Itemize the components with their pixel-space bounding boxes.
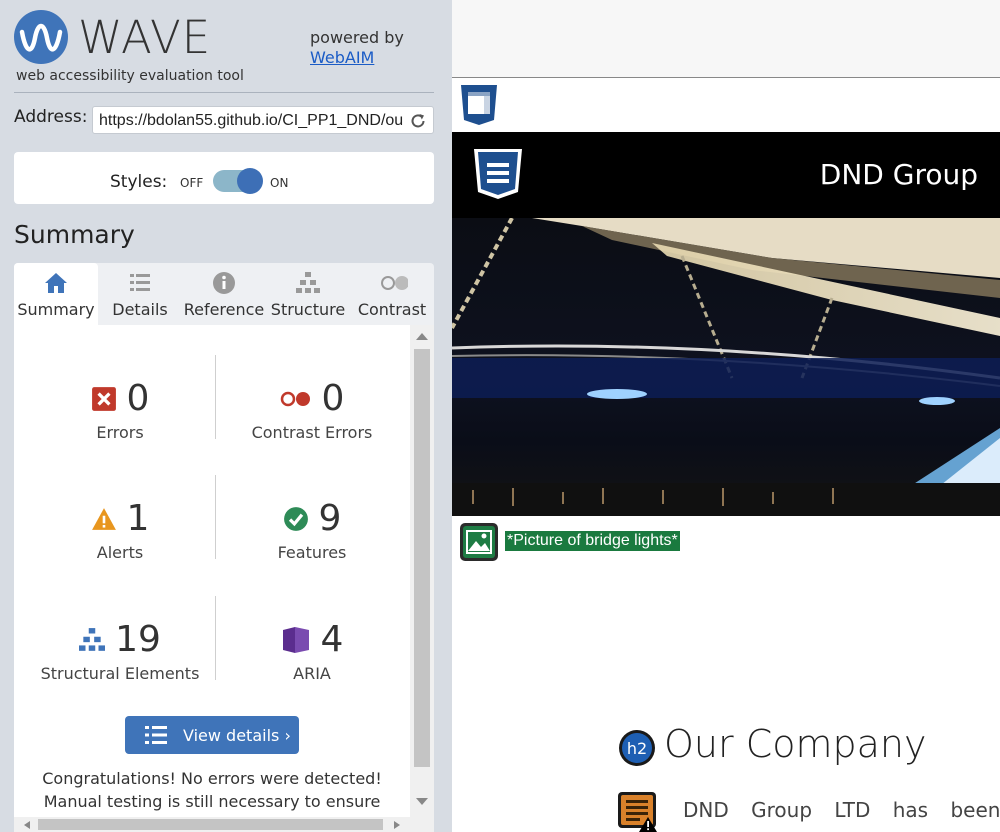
structural-elements-label: Structural Elements — [40, 664, 200, 683]
image-alt-text: *Picture of bridge lights* — [505, 531, 680, 551]
preview-toolbar — [452, 0, 1000, 78]
contrast-icon — [381, 276, 408, 290]
view-details-button[interactable]: View details › — [125, 716, 299, 754]
errors-label: Errors — [96, 423, 144, 442]
styles-toggle-knob[interactable] — [237, 168, 263, 194]
summary-content: 0 Errors 0 Contrast Errors 1 Alerts 9 Fe… — [14, 325, 410, 817]
scrollbar-thumb[interactable] — [38, 819, 383, 830]
styles-label: Styles: — [110, 172, 168, 192]
tab-summary[interactable]: Summary — [14, 263, 98, 325]
feature-check-icon — [283, 507, 308, 531]
congrats-line-2: Manual testing is still necessary to ens… — [43, 792, 381, 811]
list-icon — [130, 274, 150, 291]
wave-logo-text: WAVE — [78, 11, 212, 64]
address-value[interactable]: https://bdolan55.github.io/CI_PP1_DND/ou — [99, 112, 403, 130]
scroll-down-arrow-icon[interactable] — [416, 798, 428, 805]
aria-label: ARIA — [293, 664, 331, 683]
view-details-label: View details › — [183, 726, 291, 745]
styles-toggle[interactable] — [213, 168, 263, 194]
styles-on-label: ON — [270, 176, 289, 190]
home-icon — [45, 273, 67, 293]
contrast-errors-label: Contrast Errors — [251, 423, 373, 442]
navigation-landmark-icon[interactable] — [472, 148, 524, 200]
alerts-label: Alerts — [96, 543, 144, 562]
hero-image — [452, 218, 1000, 516]
address-input[interactable]: https://bdolan55.github.io/CI_PP1_DND/ou — [92, 106, 434, 134]
site-header: DND Group — [452, 132, 1000, 218]
congrats-line-1: Congratulations! No errors were detected… — [42, 769, 382, 788]
header-divider — [14, 92, 434, 93]
site-brand[interactable]: DND Group — [820, 158, 978, 191]
tab-contrast[interactable]: Contrast — [350, 263, 434, 325]
scroll-right-arrow-icon[interactable] — [394, 821, 400, 829]
page-preview: DND Group *Picture of bridge lights* h2 … — [452, 0, 1000, 832]
tab-reference[interactable]: Reference — [182, 263, 266, 325]
contrast-error-icon — [280, 391, 310, 407]
company-heading: Our Company — [664, 722, 927, 766]
summary-panel: Summary Details Reference Structure Cont… — [14, 263, 434, 832]
stat-structural-elements[interactable]: 19 Structural Elements — [24, 618, 216, 683]
h2-heading-icon[interactable]: h2 — [618, 729, 656, 767]
address-label: Address: — [14, 107, 88, 127]
list-icon — [145, 726, 167, 744]
features-count: 9 — [318, 498, 342, 539]
features-label: Features — [277, 543, 347, 562]
tab-details[interactable]: Details — [98, 263, 182, 325]
h2-badge-label: h2 — [627, 739, 647, 758]
stat-features[interactable]: 9 Features — [216, 497, 408, 562]
congrats-message: Congratulations! No errors were detected… — [14, 767, 410, 813]
hierarchy-icon — [296, 272, 320, 293]
aria-count: 4 — [320, 619, 344, 660]
info-icon — [213, 272, 235, 294]
stat-errors[interactable]: 0 Errors — [24, 377, 216, 442]
tab-reference-label: Reference — [183, 300, 265, 319]
stat-alerts[interactable]: 1 Alerts — [24, 497, 216, 562]
errors-count: 0 — [126, 378, 150, 419]
aria-icon — [282, 627, 309, 653]
summary-heading: Summary — [14, 220, 135, 249]
wave-logo-icon — [14, 10, 68, 64]
scroll-up-arrow-icon[interactable] — [416, 333, 428, 340]
wave-sidebar: WAVE web accessibility evaluation tool p… — [0, 0, 452, 832]
powered-by-label: powered by — [310, 28, 404, 47]
justified-text-alert-icon[interactable] — [618, 792, 658, 832]
error-x-icon — [91, 387, 116, 411]
horizontal-scrollbar[interactable] — [14, 817, 434, 832]
alerts-count: 1 — [126, 498, 150, 539]
stat-aria[interactable]: 4 ARIA — [216, 618, 408, 683]
powered-by: powered by WebAIM — [310, 28, 404, 68]
html5-landmark-icon[interactable] — [458, 84, 500, 126]
styles-toggle-card: Styles: OFF ON — [14, 152, 434, 204]
tab-structure[interactable]: Structure — [266, 263, 350, 325]
image-alt-feature-icon[interactable] — [460, 523, 498, 561]
stat-contrast-errors[interactable]: 0 Contrast Errors — [216, 377, 408, 442]
tab-structure-label: Structure — [270, 300, 346, 319]
scroll-left-arrow-icon[interactable] — [24, 821, 30, 829]
vertical-scrollbar[interactable] — [410, 325, 434, 817]
tab-contrast-label: Contrast — [357, 300, 427, 319]
structure-icon — [79, 628, 106, 651]
tab-details-label: Details — [112, 300, 168, 319]
tab-summary-label: Summary — [17, 300, 95, 319]
scrollbar-thumb[interactable] — [414, 349, 430, 767]
webaim-link[interactable]: WebAIM — [310, 48, 404, 68]
wave-tagline: web accessibility evaluation tool — [16, 68, 244, 84]
structural-elements-count: 19 — [115, 619, 161, 660]
styles-off-label: OFF — [180, 176, 204, 190]
alert-triangle-icon — [91, 508, 116, 530]
reload-icon[interactable] — [409, 112, 427, 130]
contrast-errors-count: 0 — [321, 378, 345, 419]
company-paragraph: DND Group LTD has been e — [683, 798, 1000, 822]
